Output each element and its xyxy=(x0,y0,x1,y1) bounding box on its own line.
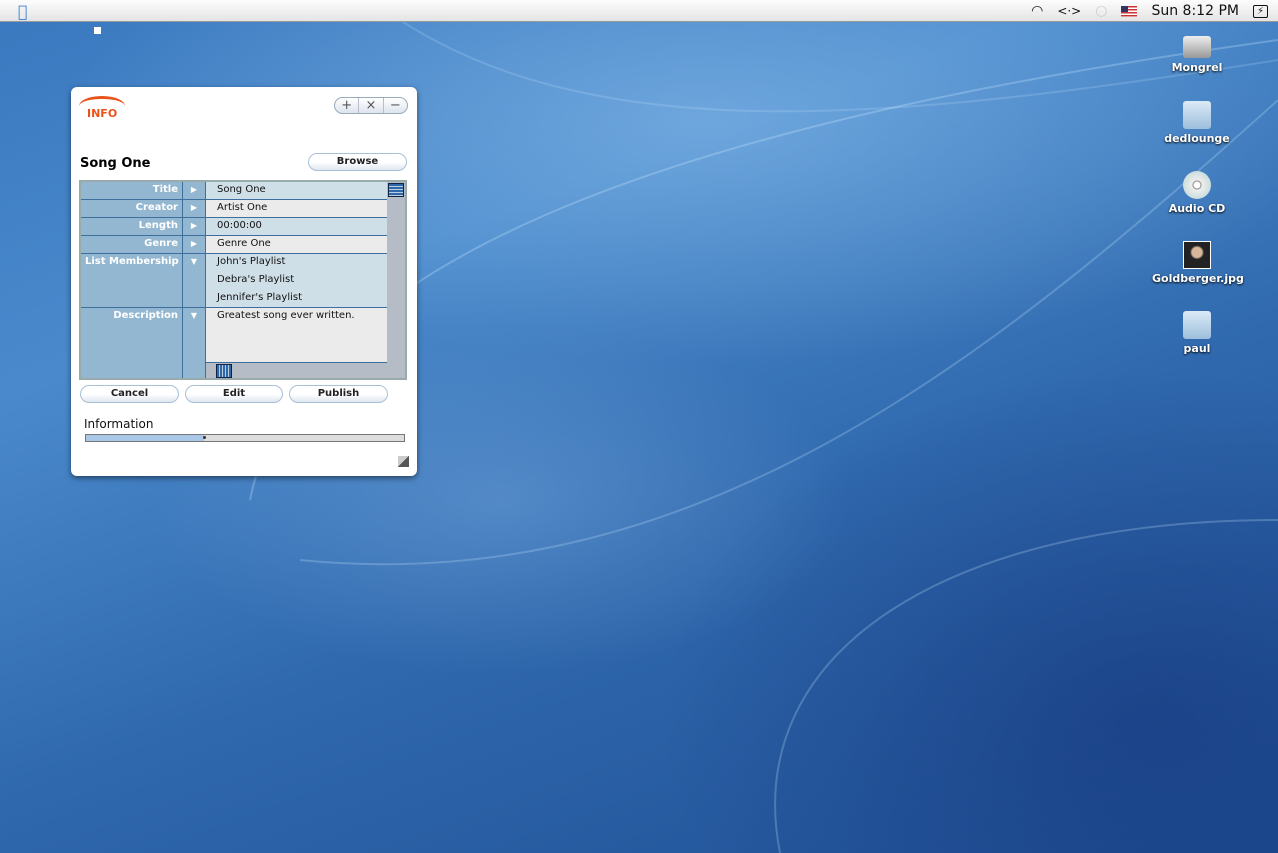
field-value: John's Playlist Debra's Playlist Jennife… xyxy=(206,254,387,307)
cd-icon xyxy=(1183,171,1211,199)
add-icon[interactable]: + xyxy=(335,98,360,113)
image-file-icon xyxy=(1183,241,1211,269)
metadata-table: Title ▶ Song One Creator ▶ Artist One Le… xyxy=(79,180,407,380)
close-icon[interactable]: × xyxy=(359,98,384,113)
apple-icon[interactable]:  xyxy=(18,2,28,21)
field-value: 00:00:00 xyxy=(206,218,387,235)
scroll-thumb[interactable] xyxy=(216,364,232,378)
cancel-button[interactable]: Cancel xyxy=(80,385,179,403)
label-column-filler xyxy=(81,362,183,378)
table-row-creator[interactable]: Creator ▶ Artist One xyxy=(81,200,387,218)
progress-fill xyxy=(86,435,206,441)
field-label: Description xyxy=(81,308,183,362)
hard-drive-icon xyxy=(1183,36,1211,58)
flag-icon[interactable] xyxy=(1121,5,1138,17)
song-title: Song One xyxy=(80,156,151,171)
table-row-length[interactable]: Length ▶ 00:00:00 xyxy=(81,218,387,236)
wallpaper-swoosh xyxy=(399,19,1278,113)
field-value: Genre One xyxy=(206,236,387,253)
value-text: Debra's Playlist xyxy=(217,274,295,285)
desktop-marker xyxy=(94,27,101,34)
info-logo: INFO xyxy=(79,93,125,121)
scroll-thumb[interactable] xyxy=(388,183,404,197)
wifi-icon[interactable]: ◠ xyxy=(1031,3,1043,19)
icon-label: Audio CD xyxy=(1168,202,1226,215)
arrow-column-filler xyxy=(183,362,206,378)
table-row-genre[interactable]: Genre ▶ Genre One xyxy=(81,236,387,254)
collapse-arrow-icon[interactable]: ▼ xyxy=(183,308,206,362)
horizontal-scrollbar[interactable] xyxy=(206,362,387,378)
wallpaper-swoosh xyxy=(299,99,1278,566)
desktop-icon-dedlounge[interactable]: dedlounge xyxy=(1152,101,1242,145)
field-value: Song One xyxy=(206,182,387,199)
publish-button[interactable]: Publish xyxy=(289,385,388,403)
network-icon[interactable]: <·> xyxy=(1057,4,1081,18)
expand-arrow-icon[interactable]: ▶ xyxy=(183,200,206,217)
field-label: Title xyxy=(81,182,183,199)
expand-arrow-icon[interactable]: ▶ xyxy=(183,182,206,199)
desktop-icon-paul[interactable]: paul xyxy=(1152,311,1242,355)
minimize-icon[interactable]: − xyxy=(384,98,407,113)
info-window: INFO + × − Song One Browse Title ▶ Song … xyxy=(71,87,417,476)
desktop-icon-mongrel[interactable]: Mongrel xyxy=(1152,32,1242,74)
field-label: Length xyxy=(81,218,183,235)
wallpaper-swoosh xyxy=(774,519,1278,853)
edit-button[interactable]: Edit xyxy=(185,385,283,403)
expand-arrow-icon[interactable]: ▶ xyxy=(183,236,206,253)
table-row-list-membership[interactable]: List Membership ▼ John's Playlist Debra'… xyxy=(81,254,387,308)
clock[interactable]: Sun 8:12 PM xyxy=(1151,3,1239,19)
menu-bar:  ◠ <·> ○ Sun 8:12 PM ⚡ xyxy=(0,0,1278,22)
information-label: Information xyxy=(84,417,154,431)
folder-icon xyxy=(1183,311,1211,339)
field-value: Artist One xyxy=(206,200,387,217)
icon-label: paul xyxy=(1183,342,1211,355)
field-label: List Membership xyxy=(81,254,183,307)
window-controls: + × − xyxy=(334,97,408,114)
chat-icon[interactable]: ○ xyxy=(1095,3,1107,19)
expand-arrow-icon[interactable]: ▶ xyxy=(183,218,206,235)
icon-label: dedlounge xyxy=(1164,132,1230,145)
battery-icon[interactable]: ⚡ xyxy=(1252,4,1268,18)
icon-label: Mongrel xyxy=(1171,61,1223,74)
browse-button[interactable]: Browse xyxy=(308,153,407,171)
resize-grip-icon[interactable] xyxy=(398,456,409,467)
value-text: Greatest song ever written. xyxy=(217,310,355,321)
field-label: Creator xyxy=(81,200,183,217)
desktop-icon-audio-cd[interactable]: Audio CD xyxy=(1152,171,1242,215)
table-row-description[interactable]: Description ▼ Greatest song ever written… xyxy=(81,308,387,362)
collapse-arrow-icon[interactable]: ▼ xyxy=(183,254,206,307)
field-value: Greatest song ever written. xyxy=(206,308,387,362)
value-text: John's Playlist xyxy=(217,256,286,267)
table-row-title[interactable]: Title ▶ Song One xyxy=(81,182,387,200)
icon-label: Goldberger.jpg xyxy=(1152,272,1244,285)
folder-icon xyxy=(1183,101,1211,129)
desktop-icon-goldberger[interactable]: Goldberger.jpg xyxy=(1152,241,1244,285)
vertical-scrollbar[interactable] xyxy=(387,182,405,362)
field-label: Genre xyxy=(81,236,183,253)
progress-bar xyxy=(85,434,405,442)
